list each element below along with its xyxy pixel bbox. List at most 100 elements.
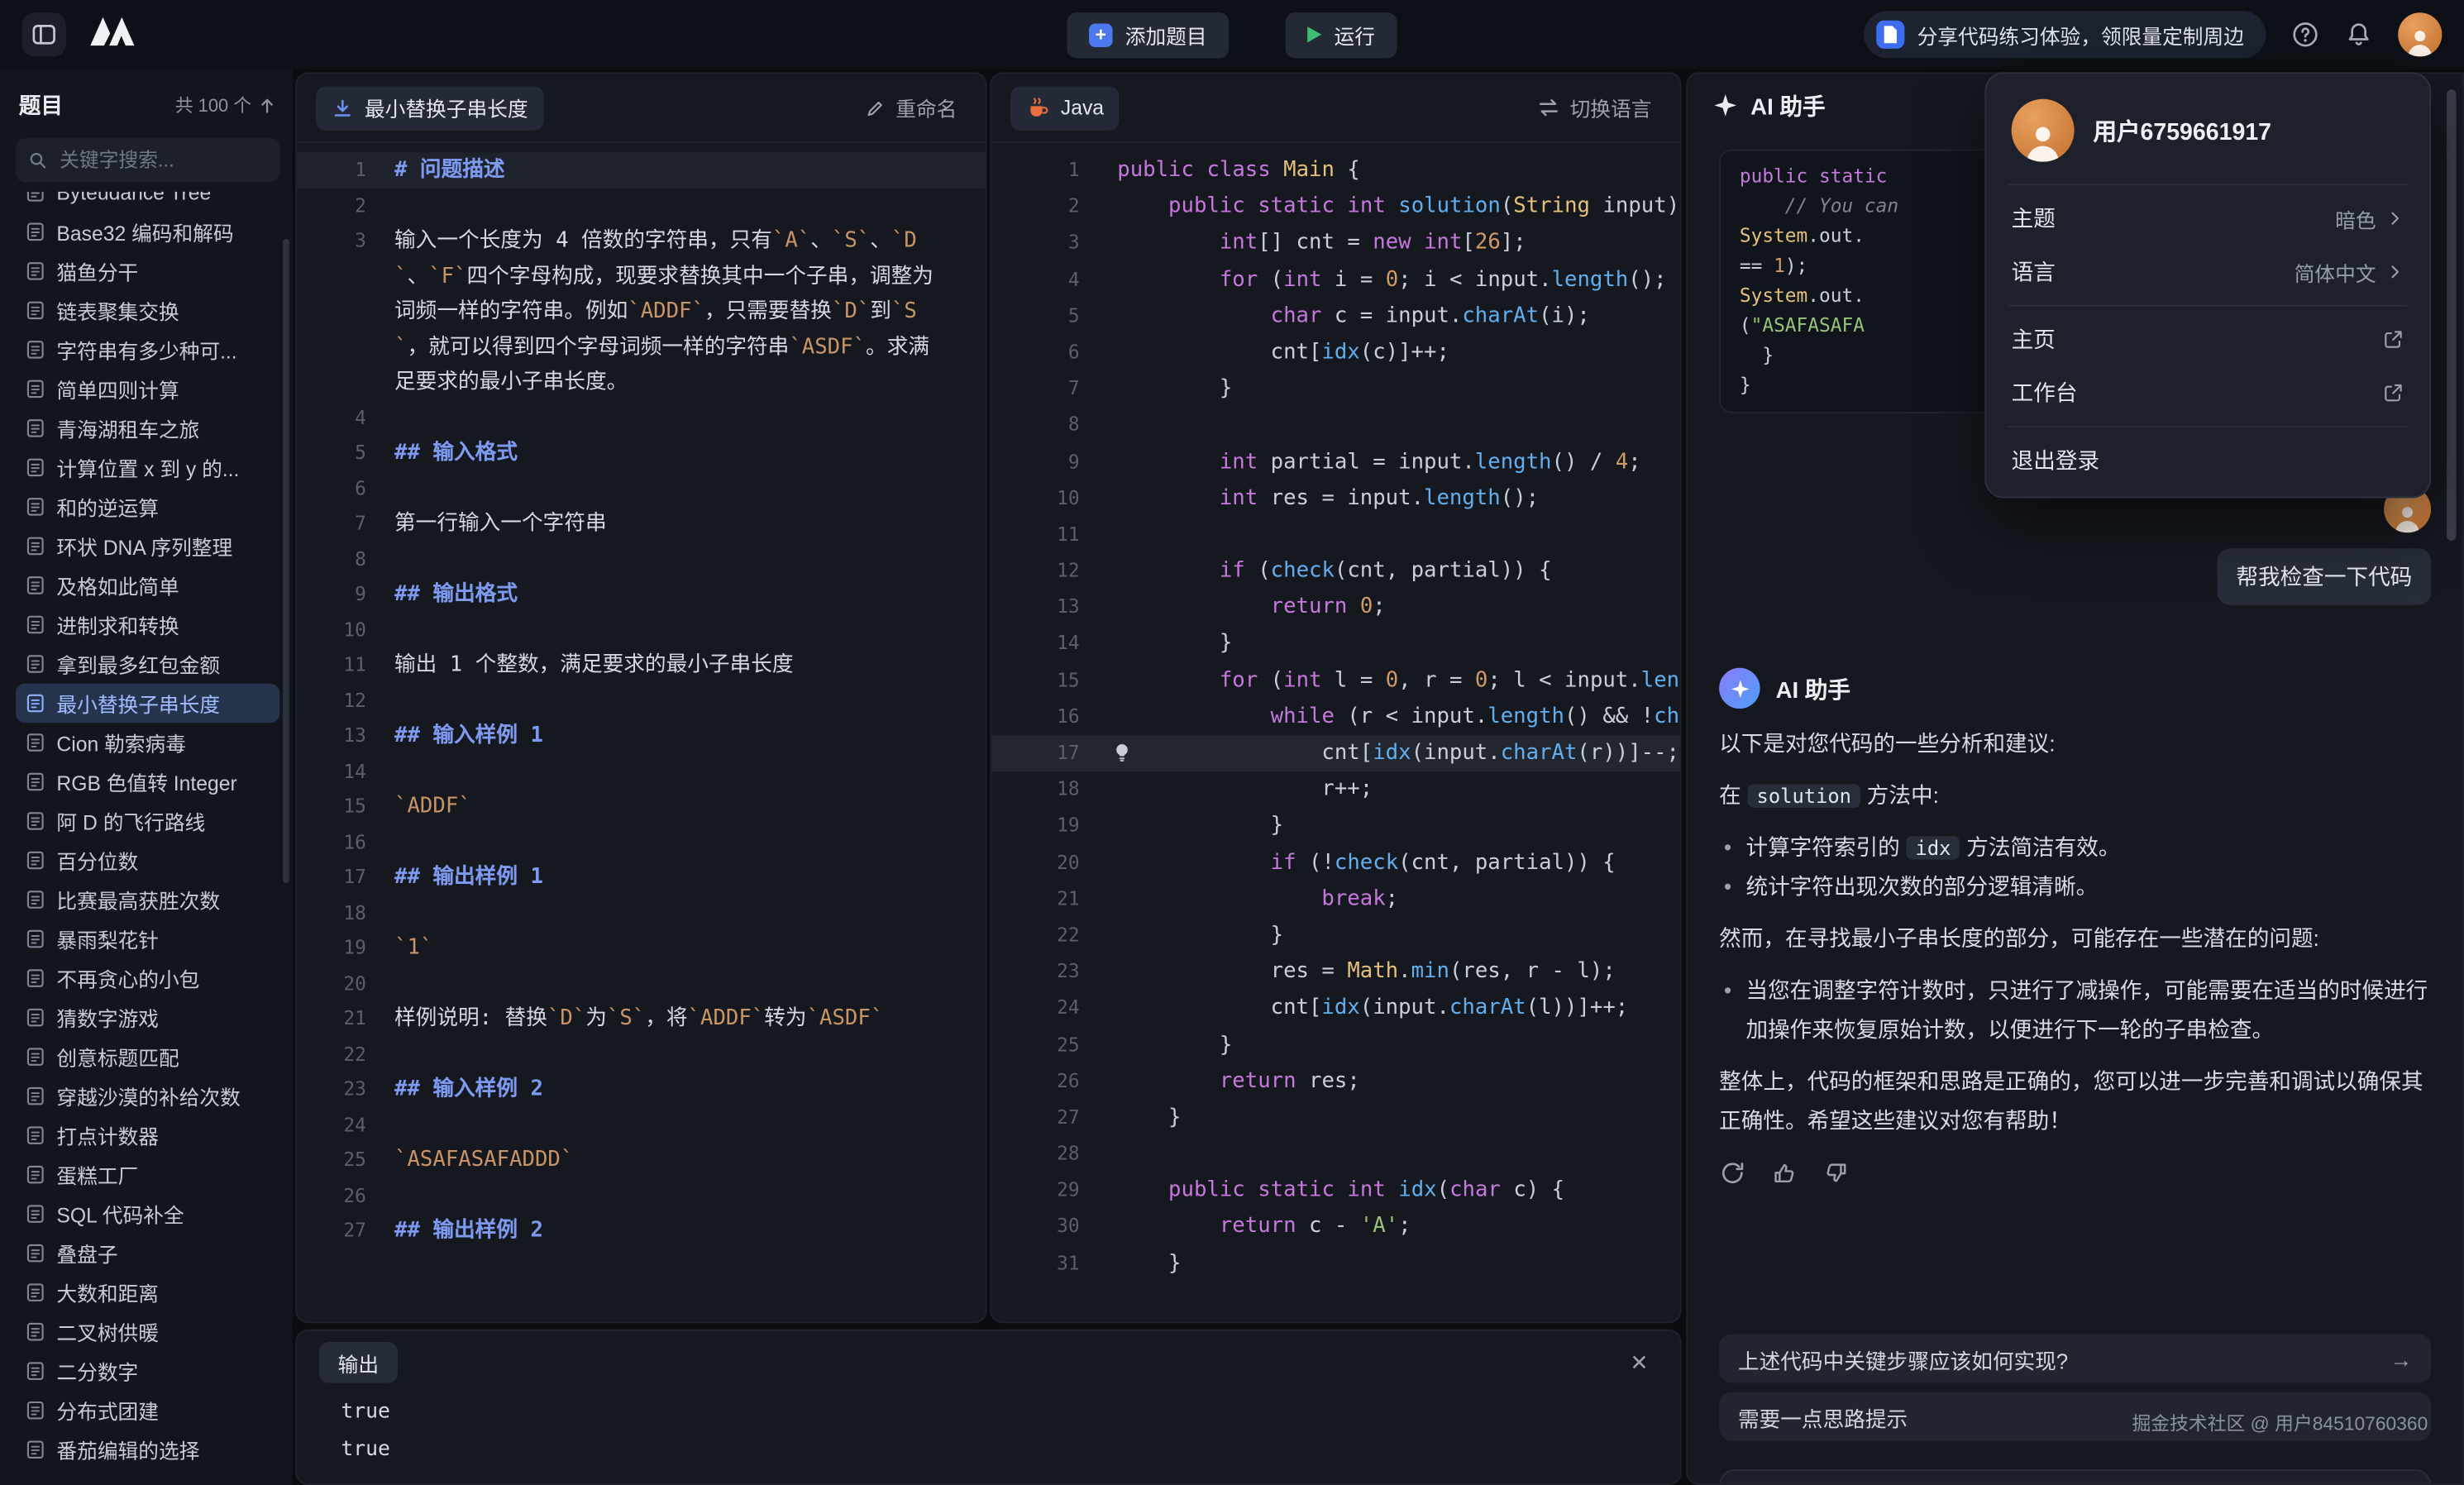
sidebar-item[interactable]: 进制求和转换 xyxy=(16,605,279,645)
sidebar-item[interactable]: 猫鱼分干 xyxy=(16,251,279,291)
rename-button[interactable]: 重命名 xyxy=(855,91,967,124)
output-tab[interactable]: 输出 xyxy=(319,1342,398,1382)
line-number: 9 xyxy=(297,576,366,612)
menu-item-theme[interactable]: 主题 暗色 xyxy=(1998,192,2417,246)
line-number: 23 xyxy=(297,1072,366,1107)
hint-prompt-chip[interactable]: 需要一点思路提示 xyxy=(1719,1392,2431,1441)
doc-icon xyxy=(25,968,45,989)
sidebar-item-label: 简单四则计算 xyxy=(56,374,179,403)
thumbs-down-button[interactable] xyxy=(1823,1160,1850,1187)
line-number: 25 xyxy=(991,1027,1105,1063)
markdown-line: 13## 输入样例 1 xyxy=(297,719,985,754)
sidebar-item[interactable]: Cion 勒索病毒 xyxy=(16,723,279,762)
code-line: 7 } xyxy=(991,371,1679,408)
sidebar-item[interactable]: RGB 色值转 Integer xyxy=(16,762,279,802)
plus-icon: + xyxy=(1089,23,1113,47)
close-output-button[interactable]: ✕ xyxy=(1621,1350,1658,1375)
sidebar-scrollbar[interactable] xyxy=(283,239,289,883)
run-button[interactable]: 运行 xyxy=(1286,12,1397,57)
topbar: + 添加题目 运行 分享代码练习体验，领限量定制周边 xyxy=(0,0,2464,69)
language-tab[interactable]: Java xyxy=(1010,86,1120,130)
line-number: 3 xyxy=(991,225,1105,261)
sidebar-item[interactable]: 比赛最高获胜次数 xyxy=(16,880,279,919)
search-box[interactable] xyxy=(16,138,279,182)
sidebar-item[interactable]: 叠盘子 xyxy=(16,1234,279,1273)
sidebar-item[interactable]: 大数和距离 xyxy=(16,1273,279,1312)
sidebar-item[interactable]: 和的逆运算 xyxy=(16,487,279,527)
problem-title-tab[interactable]: 最小替换子串长度 xyxy=(316,86,544,130)
sidebar-item[interactable]: 不再贪心的小包 xyxy=(16,958,279,998)
menu-item-logout[interactable]: 退出登录 xyxy=(1998,434,2417,488)
menu-item-language[interactable]: 语言 简体中文 xyxy=(1998,245,2417,298)
menu-item-home[interactable]: 主页 xyxy=(1998,313,2417,366)
sidebar-item[interactable]: 简单四则计算 xyxy=(16,370,279,409)
doc-icon xyxy=(25,300,45,321)
sidebar-item[interactable]: 阿 D 的飞行路线 xyxy=(16,801,279,841)
sidebar-title: 题目 xyxy=(19,89,63,121)
sidebar-item[interactable]: 链表聚集交换 xyxy=(16,291,279,331)
sidebar-item[interactable]: 字符串有多少种可... xyxy=(16,330,279,370)
switch-language-button[interactable]: 切换语言 xyxy=(1527,91,1661,124)
sidebar-item-label: 链表聚集交换 xyxy=(56,295,179,325)
code-line: 6 cnt[idx(c)]++; xyxy=(991,335,1679,371)
chat-input[interactable] xyxy=(1719,1469,2431,1485)
line-number: 11 xyxy=(991,517,1105,553)
sidebar-item[interactable]: 暴雨梨花针 xyxy=(16,919,279,959)
sidebar-item[interactable]: 及格如此简单 xyxy=(16,566,279,605)
sidebar-item[interactable]: 青海湖租车之旅 xyxy=(16,408,279,448)
menu-item-workspace[interactable]: 工作台 xyxy=(1998,366,2417,420)
thumbs-up-button[interactable] xyxy=(1771,1160,1798,1187)
output-panel: 输出 ✕ truetrue xyxy=(295,1330,1681,1485)
sidebar-item[interactable]: 最小替换子串长度 xyxy=(16,684,279,723)
regenerate-button[interactable] xyxy=(1719,1160,1745,1187)
search-input[interactable] xyxy=(56,148,267,173)
line-number: 18 xyxy=(297,895,366,930)
sidebar-item[interactable]: 蛋糕工厂 xyxy=(16,1155,279,1195)
sidebar-item[interactable]: Base32 编码和解码 xyxy=(16,212,279,252)
suggested-question[interactable]: 上述代码中关键步骤应该如何实现? → xyxy=(1719,1335,2431,1383)
notifications-button[interactable] xyxy=(2345,21,2373,49)
sidebar-item[interactable]: 计算位置 x 到 y 的... xyxy=(16,448,279,488)
sidebar-item[interactable]: 二分数字 xyxy=(16,1351,279,1391)
thumbs-down-icon xyxy=(1823,1160,1850,1187)
doc-icon xyxy=(25,693,45,714)
sidebar-item[interactable]: 百分位数 xyxy=(16,841,279,881)
line-number: 13 xyxy=(991,590,1105,626)
line-number: 18 xyxy=(991,772,1105,809)
switch-icon xyxy=(1537,96,1561,120)
line-number: 25 xyxy=(297,1143,366,1178)
sidebar-item-label: 环状 DNA 序列整理 xyxy=(56,531,232,561)
problem-markdown[interactable]: 1# 问题描述2 3输入一个长度为 4 倍数的字符串，只有`A`、`S`、`D`… xyxy=(297,143,985,1249)
sidebar-item[interactable]: 创意标题匹配 xyxy=(16,1037,279,1077)
promo-banner[interactable]: 分享代码练习体验，领限量定制周边 xyxy=(1864,11,2266,58)
line-number: 22 xyxy=(991,918,1105,954)
add-problem-button[interactable]: + 添加题目 xyxy=(1067,12,1229,57)
line-number: 20 xyxy=(297,966,366,1001)
lightbulb-icon[interactable] xyxy=(1111,742,1134,764)
code-area[interactable]: 1public class Main {2 public static int … xyxy=(991,143,1679,1282)
rename-label: 重命名 xyxy=(895,93,957,122)
sidebar-item[interactable]: 二叉树供暖 xyxy=(16,1312,279,1352)
code-line: 16 while (r < input.length() && !check(c… xyxy=(991,699,1679,735)
sidebar-item[interactable]: SQL 代码补全 xyxy=(16,1194,279,1234)
doc-icon xyxy=(25,1164,45,1185)
sidebar-item[interactable]: 环状 DNA 序列整理 xyxy=(16,527,279,566)
ai-panel-scrollbar[interactable] xyxy=(2447,89,2456,540)
sidebar-item[interactable]: 打点计数器 xyxy=(16,1115,279,1155)
help-button[interactable] xyxy=(2291,21,2319,49)
line-number: 1 xyxy=(297,152,366,188)
sidebar-item[interactable]: 分布式团建 xyxy=(16,1391,279,1430)
doc-icon xyxy=(25,260,45,281)
markdown-line: 17## 输出样例 1 xyxy=(297,860,985,895)
user-avatar[interactable] xyxy=(2398,12,2442,56)
doc-icon xyxy=(25,192,45,203)
doc-icon xyxy=(25,457,45,478)
line-number: 2 xyxy=(991,189,1105,225)
sidebar-item[interactable]: Byteudance Tree xyxy=(16,192,279,212)
sidebar-item[interactable]: 猜数字游戏 xyxy=(16,998,279,1038)
sidebar-item[interactable]: 穿越沙漠的补给次数 xyxy=(16,1077,279,1116)
sidebar-toggle-button[interactable] xyxy=(22,12,66,56)
person-icon xyxy=(2390,501,2425,532)
sidebar-item[interactable]: 番茄编辑的选择 xyxy=(16,1430,279,1469)
sidebar-item[interactable]: 拿到最多红包金额 xyxy=(16,644,279,684)
